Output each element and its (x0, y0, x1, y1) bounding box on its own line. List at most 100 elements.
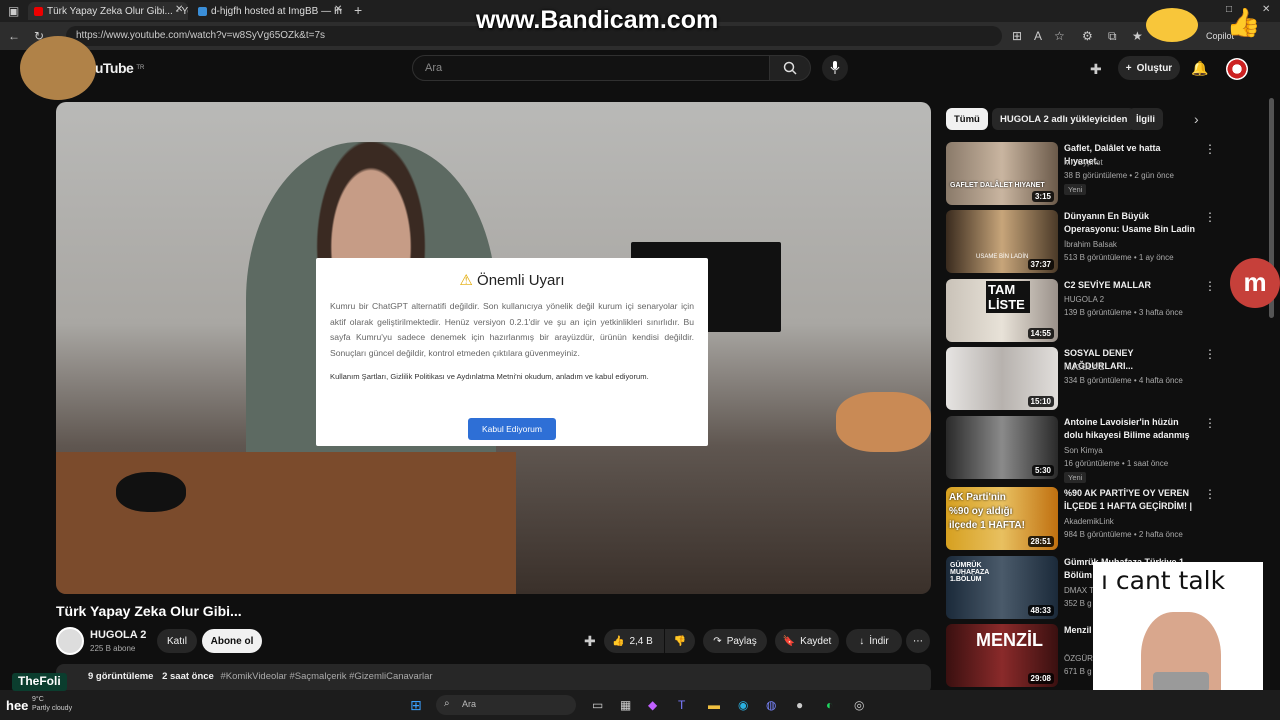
voice-search-button[interactable] (822, 55, 848, 81)
video-meta: 16 görüntüleme • 1 saat önce (1064, 459, 1169, 468)
channel-name[interactable]: ÖZGÜR (1064, 654, 1093, 663)
chip-uploader[interactable]: HUGOLA 2 adlı yükleyiciden (992, 108, 1136, 130)
channel-name[interactable]: Son Kimya (1064, 446, 1103, 455)
video-title[interactable]: %90 AK PARTİ'YE OY VEREN İLÇEDE 1 HAFTA … (1064, 487, 1198, 513)
video-duration: 5:30 (1031, 465, 1054, 476)
video-title[interactable]: Dünyanın En Büyük Operasyonu: Usame Bin … (1064, 210, 1198, 236)
video-thumbnail[interactable]: 5:30 (946, 416, 1058, 479)
create-button[interactable]: + Oluştur (1118, 56, 1180, 80)
read-aloud-icon[interactable]: A (1034, 30, 1042, 42)
list-item[interactable]: 15:10 SOSYAL DENEY MAĞDURLARI... HUGOLA … (946, 347, 1266, 411)
download-button[interactable]: ↓ İndir (846, 629, 902, 653)
bandicam-watermark: www.Bandicam.com (476, 6, 719, 34)
chevron-right-icon[interactable]: › (1194, 112, 1199, 126)
video-meta: 984 B görüntüleme • 2 hafta önce (1064, 530, 1183, 539)
video-thumbnail[interactable]: AK Parti'nin %90 oy aldığı ilçede 1 HAFT… (946, 487, 1058, 550)
region-code: TR (136, 65, 145, 71)
list-item[interactable]: AK Parti'nin %90 oy aldığı ilçede 1 HAFT… (946, 487, 1266, 551)
channel-avatar[interactable] (56, 627, 84, 655)
store-icon[interactable]: ▦ (620, 699, 631, 711)
video-title[interactable]: Antoine Lavoisier'in hüzün dolu hikayesi… (1064, 416, 1198, 442)
favorite-star-icon[interactable]: ☆ (1054, 30, 1065, 42)
tab-imgbb[interactable]: d-hjgfh hosted at ImgBB — ImgB (192, 2, 342, 20)
channel-name[interactable]: HUGOLA 2 (90, 629, 146, 641)
notifications-bell-icon[interactable]: 🔔 (1191, 61, 1208, 75)
github-icon[interactable]: ● (796, 699, 803, 711)
task-view-icon[interactable]: ▭ (592, 699, 603, 711)
more-actions-button[interactable]: ⋯ (906, 629, 930, 653)
favorites-icon[interactable]: ★ (1132, 30, 1143, 42)
list-item[interactable]: GAFLET DALÂLET HIYANET 3:15 Gaflet, Dalâ… (946, 142, 1266, 206)
share-icon: ↷ (713, 635, 722, 647)
extensions-puzzle-icon[interactable]: ⚙ (1082, 30, 1093, 42)
subscribe-button[interactable]: Abone ol (202, 629, 262, 653)
video-thumbnail[interactable]: GÜMRÜK MUHAFAZA 1.BÖLÜM 48:33 (946, 556, 1058, 619)
chip-related[interactable]: İlgili (1128, 108, 1163, 130)
puzzle-icon[interactable]: ✚ (584, 634, 596, 648)
dislike-button[interactable]: 👎 (665, 629, 695, 653)
chip-all[interactable]: Tümü (946, 108, 988, 130)
video-thumbnail[interactable]: TAM LİSTE 14:55 (946, 279, 1058, 342)
plus-icon: + (1125, 62, 1132, 74)
thumbnail-text: GAFLET DALÂLET HIYANET (950, 182, 1045, 189)
thumbs-up-icon: 👍 (612, 635, 625, 647)
share-button[interactable]: ↷ Paylaş (703, 629, 767, 653)
close-window-icon[interactable]: ✕ (1262, 5, 1270, 15)
video-title[interactable]: C2 SEVİYE MALLAR (1064, 279, 1198, 292)
search-button[interactable] (769, 55, 811, 81)
extension-icon[interactable]: ⊞ (1012, 30, 1022, 42)
video-thumbnail[interactable]: USAME BİN LADİN 37:37 (946, 210, 1058, 273)
video-duration: 14:55 (1027, 328, 1054, 339)
channel-name[interactable]: AkademikLink (1064, 517, 1114, 526)
more-vert-icon[interactable]: ⋮ (1204, 279, 1216, 293)
avatar[interactable] (1226, 58, 1248, 80)
copilot-icon[interactable]: ◆ (648, 699, 657, 711)
more-vert-icon[interactable]: ⋮ (1204, 142, 1216, 156)
channel-name[interactable]: Mr. Cypriot (1064, 158, 1103, 167)
join-button[interactable]: Katıl (157, 629, 197, 653)
channel-name[interactable]: HUGOLA 2 (1064, 363, 1104, 372)
video-meta: 38 B görüntüleme • 2 gün önce (1064, 171, 1174, 180)
thumbs-up-emoji-icon: 👍 (1226, 7, 1261, 38)
weather-desc: Partly cloudy (32, 705, 73, 712)
window-menu-icon[interactable]: ▣ (8, 5, 19, 17)
close-tab-icon[interactable]: ✕ (334, 5, 342, 15)
discord-icon[interactable]: ◍ (766, 699, 776, 711)
edge-icon[interactable]: ◉ (738, 699, 748, 711)
save-button[interactable]: 🔖 Kaydet (775, 629, 839, 653)
list-item[interactable]: USAME BİN LADİN 37:37 Dünyanın En Büyük … (946, 210, 1266, 274)
thumbnail-text: AK Parti'nin %90 oy aldığı ilçede 1 HAFT… (949, 492, 1025, 531)
taskbar-search[interactable]: Ara (436, 695, 576, 715)
more-vert-icon[interactable]: ⋮ (1204, 416, 1216, 430)
split-screen-icon[interactable]: ⧉ (1108, 30, 1117, 42)
like-button[interactable]: 👍 2,4 B (604, 629, 664, 653)
steam-icon[interactable]: ◎ (854, 699, 864, 711)
search-icon (783, 61, 797, 75)
video-thumbnail[interactable]: GAFLET DALÂLET HIYANET 3:15 (946, 142, 1058, 205)
tab-youtube[interactable]: Türk Yapay Zeka Olur Gibi... - You (28, 2, 188, 20)
more-vert-icon[interactable]: ⋮ (1204, 487, 1216, 501)
video-thumbnail[interactable]: 15:10 (946, 347, 1058, 410)
puzzle-icon[interactable]: ✚ (1090, 62, 1102, 76)
overlay-text: ı cant talk (1101, 566, 1226, 595)
close-tab-icon[interactable]: ✕ (175, 5, 183, 15)
spotify-icon[interactable]: ◐ (826, 699, 833, 711)
list-item[interactable]: TAM LİSTE 14:55 C2 SEVİYE MALLAR HUGOLA … (946, 279, 1266, 343)
bookmark-icon: 🔖 (782, 635, 796, 647)
new-tab-icon[interactable]: + (354, 3, 362, 17)
more-vert-icon[interactable]: ⋮ (1204, 210, 1216, 224)
windows-start-icon[interactable]: ⊞ (410, 697, 422, 714)
accept-button[interactable]: Kabul Ediyorum (468, 418, 556, 440)
back-icon[interactable]: ← (8, 30, 20, 42)
view-count: 9 görüntüleme (88, 671, 154, 682)
list-item[interactable]: 5:30 Antoine Lavoisier'in hüzün dolu hik… (946, 416, 1266, 483)
hashtags[interactable]: #KomikVideolar #Saçmalçerik #GizemliCana… (220, 671, 432, 682)
file-explorer-icon[interactable]: ▬ (708, 699, 720, 711)
channel-name[interactable]: HUGOLA 2 (1064, 295, 1104, 304)
more-vert-icon[interactable]: ⋮ (1204, 347, 1216, 361)
search-input[interactable]: Ara (412, 55, 770, 81)
modal-body: Kumru bir ChatGPT alternatifi değildir. … (330, 301, 694, 358)
video-thumbnail[interactable]: MENZİL 29:08 (946, 624, 1058, 687)
channel-name[interactable]: İbrahim Balsak (1064, 240, 1117, 249)
teams-icon[interactable]: T (678, 699, 685, 711)
